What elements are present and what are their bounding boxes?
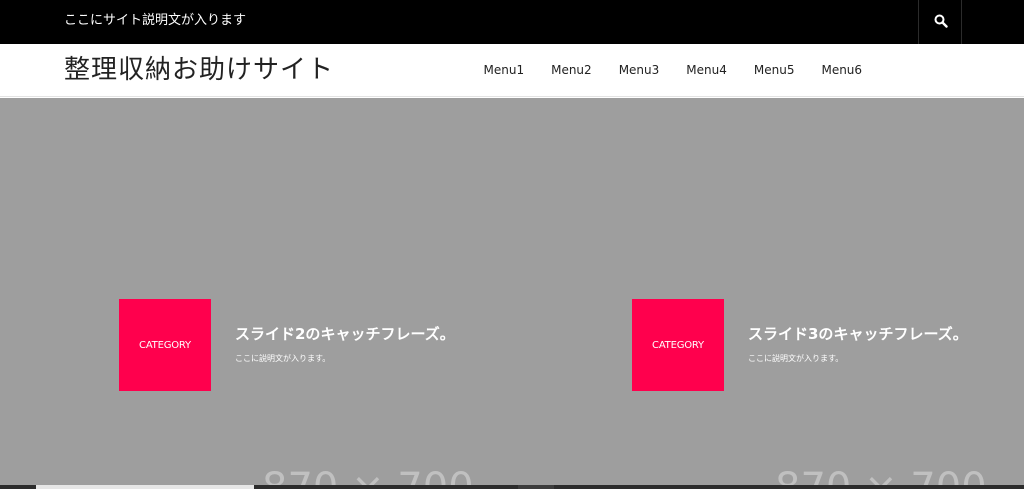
search-icon [934, 14, 948, 28]
slide-3[interactable]: CATEGORY スライド3のキャッチフレーズ。 ここに説明文が入ります。 87… [513, 98, 1024, 489]
search-button[interactable] [918, 0, 962, 44]
nav-menu6[interactable]: Menu6 [808, 44, 876, 97]
slider-thumbnail-bar [0, 485, 1024, 489]
main-nav: Menu1 Menu2 Menu3 Menu4 Menu5 Menu6 [470, 44, 876, 97]
category-badge[interactable]: CATEGORY [119, 299, 211, 391]
slide-2[interactable]: CATEGORY スライド2のキャッチフレーズ。 ここに説明文が入ります。 87… [0, 98, 513, 489]
site-title[interactable]: 整理収納お助けサイト [64, 54, 334, 86]
nav-menu4[interactable]: Menu4 [673, 44, 741, 97]
site-description: ここにサイト説明文が入ります [64, 13, 247, 28]
slide-description: ここに説明文が入ります。 [748, 354, 844, 363]
slide-catchphrase: スライド3のキャッチフレーズ。 [748, 325, 968, 343]
site-header: 整理収納お助けサイト Menu1 Menu2 Menu3 Menu4 Menu5… [0, 44, 1024, 97]
slide-catchphrase: スライド2のキャッチフレーズ。 [235, 325, 455, 343]
hero-slider[interactable]: CATEGORY スライド2のキャッチフレーズ。 ここに説明文が入ります。 87… [0, 98, 1024, 489]
nav-menu1[interactable]: Menu1 [470, 44, 538, 97]
slider-thumb[interactable] [518, 485, 554, 489]
nav-menu5[interactable]: Menu5 [740, 44, 808, 97]
nav-menu3[interactable]: Menu3 [605, 44, 673, 97]
category-badge[interactable]: CATEGORY [632, 299, 724, 391]
slider-thumb-active[interactable] [36, 485, 254, 489]
top-bar: ここにサイト説明文が入ります [0, 0, 1024, 44]
nav-menu2[interactable]: Menu2 [538, 44, 606, 97]
slide-description: ここに説明文が入ります。 [235, 354, 331, 363]
